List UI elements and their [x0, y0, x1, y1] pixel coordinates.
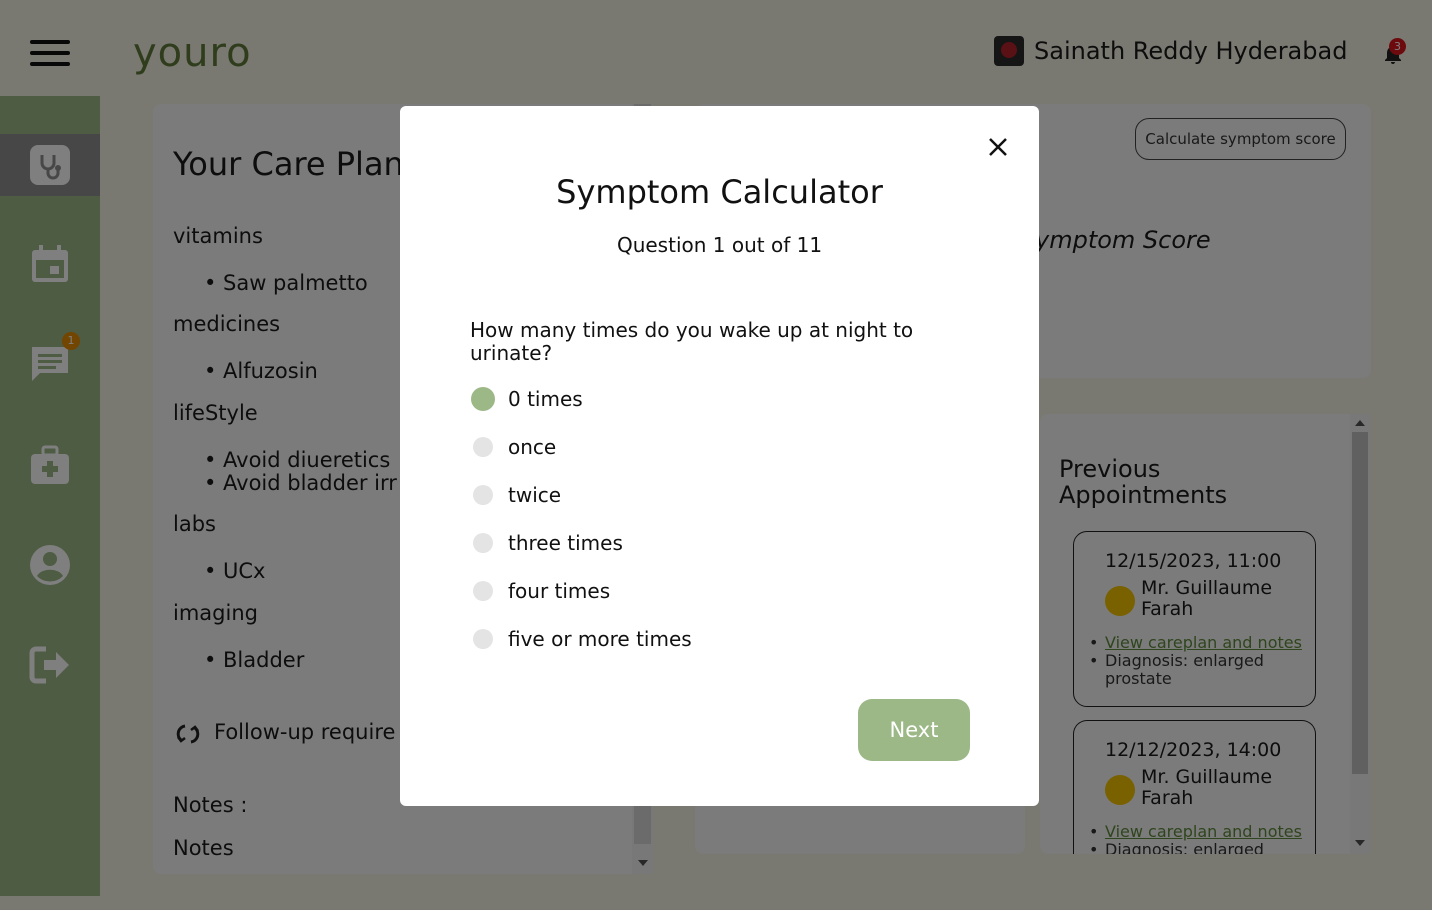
answer-option[interactable]: once: [473, 435, 556, 459]
question-progress: Question 1 out of 11: [616, 233, 823, 257]
answer-label: five or more times: [508, 627, 692, 651]
answer-label: three times: [508, 531, 623, 555]
answer-label: four times: [508, 579, 611, 603]
answer-option[interactable]: four times: [473, 579, 610, 603]
radio-button[interactable]: [473, 485, 493, 505]
next-button[interactable]: Next: [858, 699, 970, 761]
question-text: How many times do you wake up at night t…: [470, 318, 914, 365]
answer-option[interactable]: five or more times: [473, 627, 692, 651]
answer-label: twice: [508, 483, 562, 507]
answer-option[interactable]: 0 times: [471, 387, 583, 411]
answer-option[interactable]: twice: [473, 483, 561, 507]
radio-button[interactable]: [473, 581, 493, 601]
radio-button[interactable]: [473, 437, 493, 457]
radio-button-selected[interactable]: [471, 387, 495, 411]
answer-label: once: [508, 435, 557, 459]
close-icon[interactable]: [985, 134, 1011, 160]
symptom-calculator-modal: Symptom Calculator Question 1 out of 11 …: [400, 106, 1039, 806]
modal-title: Symptom Calculator: [556, 173, 883, 211]
radio-button[interactable]: [473, 629, 493, 649]
radio-button[interactable]: [473, 533, 493, 553]
answer-option[interactable]: three times: [473, 531, 623, 555]
answer-label: 0 times: [508, 387, 583, 411]
